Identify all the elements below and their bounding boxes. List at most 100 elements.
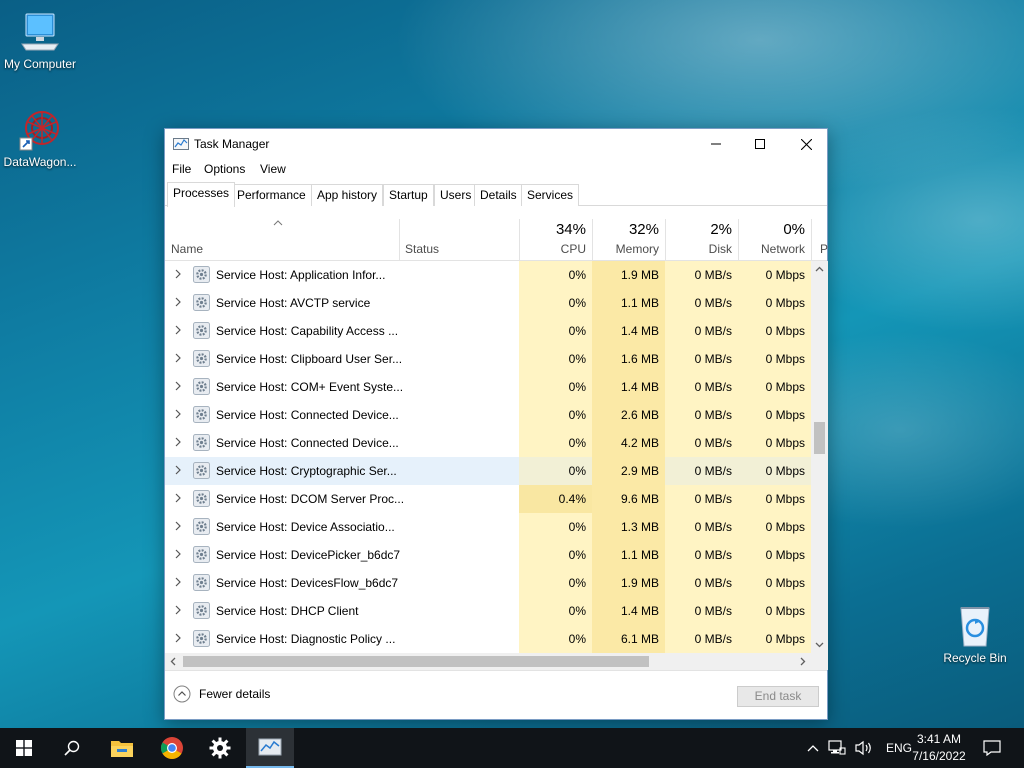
expand-chevron-icon[interactable] bbox=[174, 296, 182, 308]
start-button[interactable] bbox=[0, 728, 48, 768]
maximize-button[interactable] bbox=[737, 129, 783, 159]
process-row[interactable]: Service Host: Capability Access ... 0% 1.4… bbox=[165, 317, 811, 345]
process-net-value: 0 Mbps bbox=[765, 464, 805, 478]
process-row[interactable]: Service Host: AVCTP service 0% 1.1 MB 0 MB/… bbox=[165, 289, 811, 317]
tab-strip: Processes Performance App history Startu… bbox=[165, 182, 827, 207]
process-net-value: 0 Mbps bbox=[765, 520, 805, 534]
process-net-value: 0 Mbps bbox=[765, 408, 805, 422]
menu-options[interactable]: Options bbox=[204, 162, 245, 176]
fewer-details-button[interactable]: Fewer details bbox=[173, 685, 270, 703]
minimize-button[interactable] bbox=[693, 129, 739, 159]
column-header-disk[interactable]: 2% Disk bbox=[665, 207, 738, 261]
expand-chevron-icon[interactable] bbox=[174, 492, 182, 504]
tab-app-history[interactable]: App history bbox=[311, 184, 384, 206]
service-gear-icon bbox=[193, 294, 210, 311]
process-row[interactable]: Service Host: DevicePicker_b6dc7 0% 1.1 MB… bbox=[165, 541, 811, 569]
end-task-button[interactable]: End task bbox=[737, 686, 819, 707]
process-row[interactable]: Service Host: DevicesFlow_b6dc7 0% 1.9 MB 0… bbox=[165, 569, 811, 597]
tab-details[interactable]: Details bbox=[474, 184, 523, 206]
taskbar-task-manager[interactable] bbox=[246, 728, 294, 768]
tab-processes[interactable]: Processes bbox=[167, 182, 236, 207]
volume-icon[interactable] bbox=[854, 740, 874, 756]
expand-chevron-icon[interactable] bbox=[174, 632, 182, 644]
expand-chevron-icon[interactable] bbox=[174, 352, 182, 364]
clock-date: 7/16/2022 bbox=[912, 749, 966, 763]
desktop-icon-datawagon[interactable]: DataWagon... bbox=[0, 108, 80, 169]
process-cpu-value: 0% bbox=[568, 548, 586, 562]
taskbar-settings[interactable] bbox=[196, 728, 244, 768]
chevron-up-icon[interactable] bbox=[806, 743, 820, 753]
expand-chevron-icon[interactable] bbox=[174, 604, 182, 616]
scroll-right-icon[interactable] bbox=[794, 653, 811, 670]
process-cpu-cell: 0% bbox=[519, 625, 592, 653]
taskbar-file-explorer[interactable] bbox=[98, 728, 146, 768]
vertical-scrollbar[interactable] bbox=[811, 261, 828, 653]
vertical-scroll-thumb[interactable] bbox=[814, 422, 825, 454]
expand-chevron-icon[interactable] bbox=[174, 268, 182, 280]
column-header-memory[interactable]: 32% Memory bbox=[592, 207, 665, 261]
tab-users[interactable]: Users bbox=[434, 184, 478, 206]
expand-chevron-icon[interactable] bbox=[174, 520, 182, 532]
service-gear-icon bbox=[193, 546, 210, 563]
service-gear-icon bbox=[193, 490, 210, 507]
column-header-power[interactable]: P bbox=[811, 207, 828, 261]
expand-chevron-icon[interactable] bbox=[174, 380, 182, 392]
process-disk-cell: 0 MB/s bbox=[665, 289, 738, 317]
horizontal-scroll-thumb[interactable] bbox=[183, 656, 649, 667]
desktop-icon-my-computer[interactable]: My Computer bbox=[0, 10, 80, 71]
process-row[interactable]: Service Host: COM+ Event Syste... 0% 1.4 M… bbox=[165, 373, 811, 401]
process-row[interactable]: Service Host: Diagnostic Policy ... 0% 6.1… bbox=[165, 625, 811, 653]
process-disk-cell: 0 MB/s bbox=[665, 625, 738, 653]
process-row[interactable]: Service Host: DCOM Server Proc... 0.4% 9.6… bbox=[165, 485, 811, 513]
expand-chevron-icon[interactable] bbox=[174, 324, 182, 336]
column-header-name[interactable]: Name bbox=[165, 207, 399, 261]
title-bar[interactable]: Task Manager bbox=[165, 129, 827, 159]
process-mem-cell: 2.9 MB bbox=[592, 457, 665, 485]
process-cpu-value: 0% bbox=[568, 604, 586, 618]
process-row[interactable]: Service Host: Clipboard User Ser... 0% 1.6… bbox=[165, 345, 811, 373]
process-row[interactable]: Service Host: Connected Device... 0% 4.2 M… bbox=[165, 429, 811, 457]
notifications-button[interactable] bbox=[968, 728, 1016, 768]
scroll-down-icon[interactable] bbox=[811, 636, 828, 653]
task-manager-icon bbox=[258, 738, 282, 756]
tab-performance[interactable]: Performance bbox=[231, 184, 312, 206]
expand-chevron-icon[interactable] bbox=[174, 464, 182, 476]
process-row[interactable]: Service Host: Cryptographic Ser... 0% 2.9 … bbox=[165, 457, 811, 485]
process-disk-value: 0 MB/s bbox=[694, 268, 732, 282]
tab-startup[interactable]: Startup bbox=[383, 184, 434, 206]
search-button[interactable] bbox=[48, 728, 96, 768]
scroll-up-icon[interactable] bbox=[811, 261, 828, 278]
horizontal-scrollbar[interactable] bbox=[165, 653, 811, 670]
process-disk-value: 0 MB/s bbox=[694, 604, 732, 618]
process-row[interactable]: Service Host: Device Associatio... 0% 1.3 … bbox=[165, 513, 811, 541]
service-gear-icon bbox=[193, 602, 210, 619]
service-gear-icon bbox=[193, 574, 210, 591]
process-row[interactable]: Service Host: DHCP Client 0% 1.4 MB 0 MB/s 0… bbox=[165, 597, 811, 625]
menu-view[interactable]: View bbox=[260, 162, 286, 176]
desktop-icon-label: DataWagon... bbox=[3, 155, 77, 169]
expand-chevron-icon[interactable] bbox=[174, 436, 182, 448]
process-mem-value: 1.4 MB bbox=[620, 380, 659, 394]
expand-chevron-icon[interactable] bbox=[174, 408, 182, 420]
column-header-cpu[interactable]: 34% CPU bbox=[519, 207, 592, 261]
column-header-status[interactable]: Status bbox=[399, 207, 519, 261]
column-header-row: Name Status 34% CPU 32% Memory 2% Disk 0… bbox=[165, 207, 828, 261]
process-mem-value: 1.3 MB bbox=[620, 520, 659, 534]
process-row[interactable]: Service Host: Application Infor... 0% 1.9 … bbox=[165, 261, 811, 289]
service-gear-icon bbox=[193, 630, 210, 647]
process-row[interactable]: Service Host: Connected Device... 0% 2.6 M… bbox=[165, 401, 811, 429]
tab-services[interactable]: Services bbox=[521, 184, 580, 206]
scroll-left-icon[interactable] bbox=[165, 653, 182, 670]
menu-file[interactable]: File bbox=[172, 162, 191, 176]
expand-chevron-icon[interactable] bbox=[174, 576, 182, 588]
clock[interactable]: 3:41 AM 7/16/2022 bbox=[904, 731, 974, 765]
desktop-icon-recycle-bin[interactable]: Recycle Bin bbox=[935, 602, 1015, 665]
taskbar-chrome[interactable] bbox=[148, 728, 196, 768]
column-header-network[interactable]: 0% Network bbox=[738, 207, 811, 261]
expand-chevron-icon[interactable] bbox=[174, 548, 182, 560]
network-icon[interactable] bbox=[828, 740, 846, 756]
process-cpu-cell: 0% bbox=[519, 597, 592, 625]
close-button[interactable] bbox=[783, 129, 829, 159]
memory-total-percent: 32% bbox=[628, 221, 659, 238]
process-net-cell: 0 Mbps bbox=[738, 485, 811, 513]
